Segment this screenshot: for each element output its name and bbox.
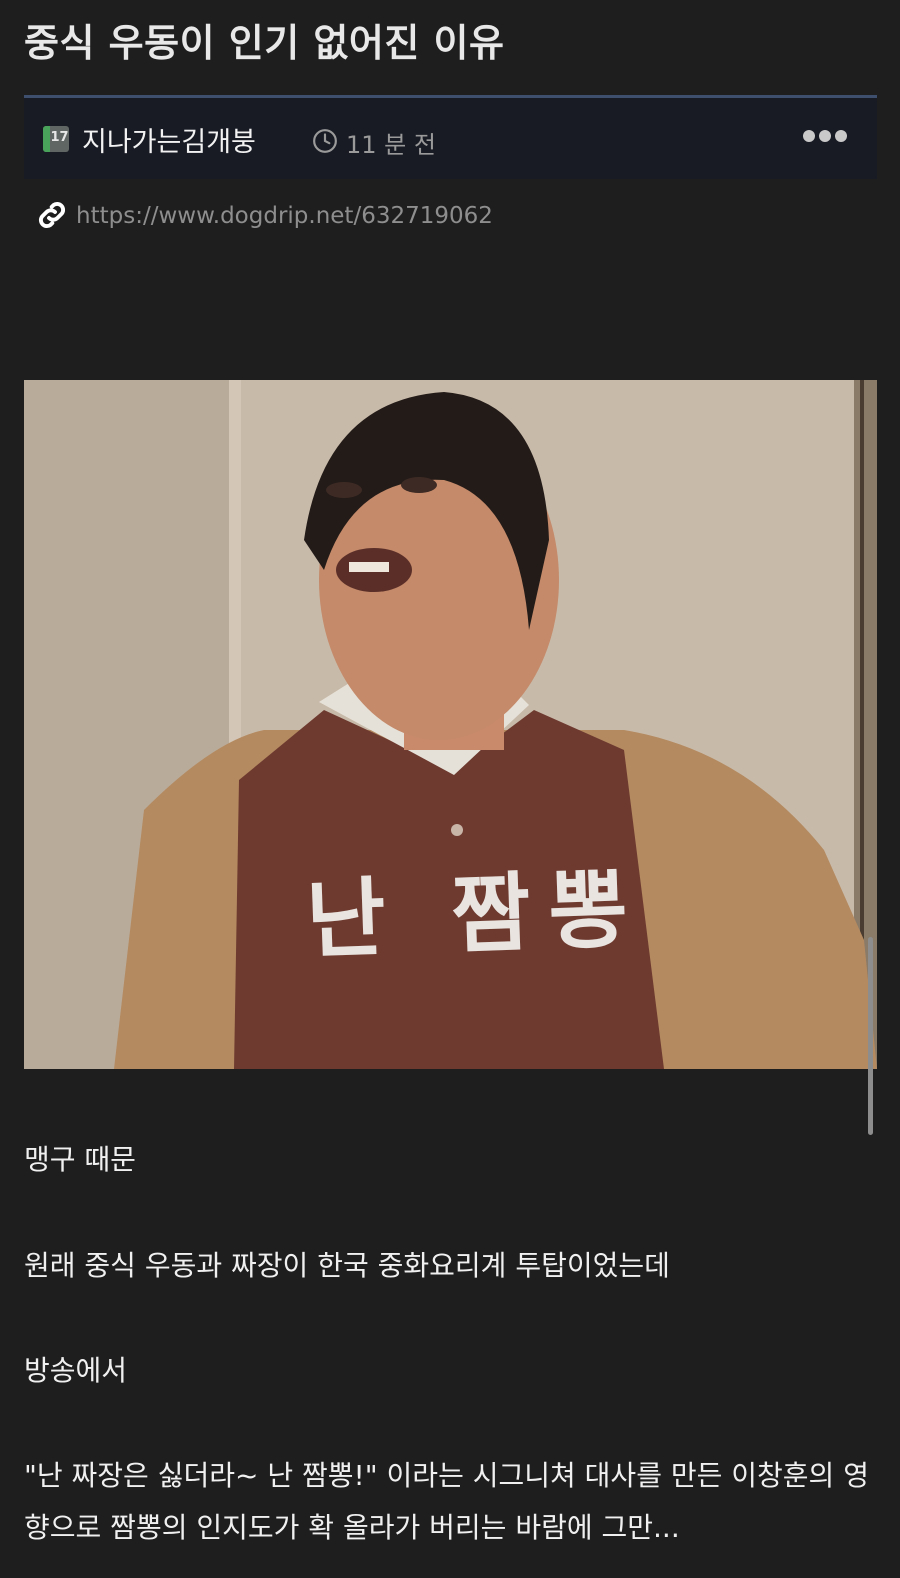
- content-paragraph: 원래 중식 우동과 짜장이 한국 중화요리계 투탑이었는데: [24, 1249, 670, 1282]
- post-title: 중식 우동이 인기 없어진 이유: [24, 21, 505, 65]
- content-paragraph: 맹구 때문: [24, 1143, 136, 1176]
- board-icon-stripe: [43, 126, 50, 152]
- content-paragraph: "난 짜장은 싫더라~ 난 짬뽕!" 이라는 시그니쳐 대사를 만든 이창훈의 …: [24, 1459, 869, 1544]
- image-caption: 난 짬뽕: [304, 859, 648, 971]
- board-icon[interactable]: 17: [43, 126, 69, 152]
- author-name[interactable]: 지나가는김개붕: [82, 120, 256, 159]
- more-dot: [835, 130, 847, 142]
- more-icon[interactable]: [803, 130, 847, 142]
- post-meta-bar: 17 지나가는김개붕 11 분 전: [24, 95, 877, 179]
- post-url-link[interactable]: https://www.dogdrip.net/632719062: [76, 203, 493, 229]
- link-icon: [38, 201, 66, 229]
- board-icon-label: 17: [50, 130, 69, 145]
- content-paragraph: 방송에서: [24, 1354, 128, 1387]
- scrollbar[interactable]: [868, 937, 873, 1135]
- clock-icon: [313, 129, 337, 153]
- more-dot: [803, 130, 815, 142]
- more-dot: [819, 130, 831, 142]
- post-image[interactable]: 난 짬뽕: [24, 380, 877, 1069]
- post-time: 11 분 전: [346, 131, 436, 159]
